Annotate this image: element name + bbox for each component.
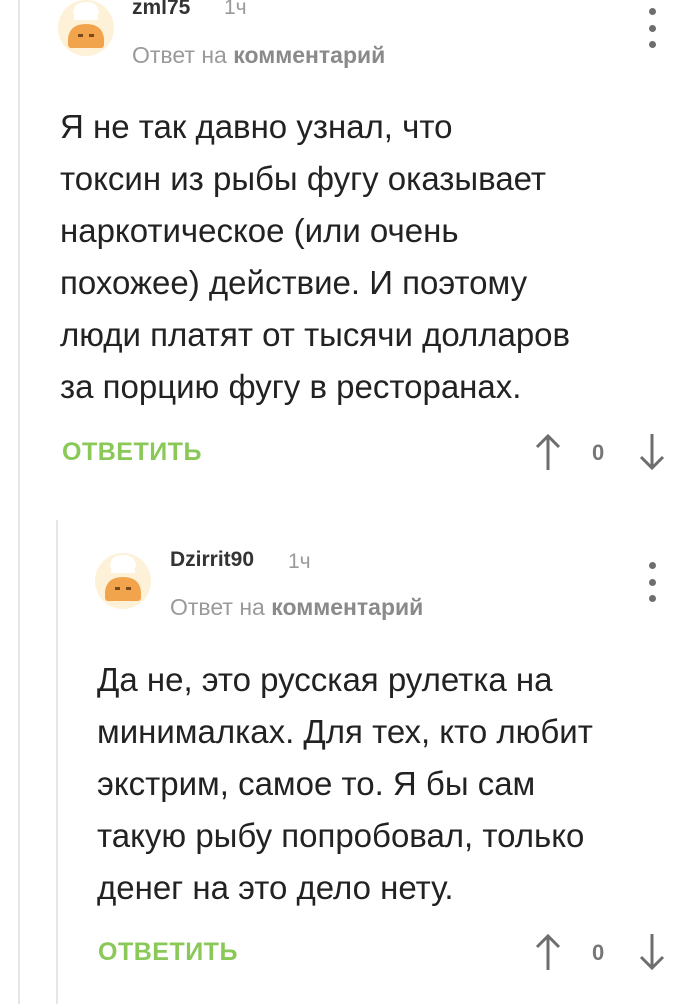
arrow-up-icon — [535, 433, 561, 470]
reply-target-link[interactable]: комментарий — [233, 42, 385, 68]
more-options-button[interactable] — [642, 8, 662, 48]
comment-reply: Dzirrit90 1ч Ответ на комментарий Да не,… — [0, 540, 700, 1004]
comment-text-line: за порцию фугу в ресторанах. — [60, 368, 522, 405]
dot — [648, 24, 656, 32]
timestamp: 1ч — [288, 550, 311, 573]
vertical-dots-icon — [648, 8, 656, 15]
default-avatar-icon — [58, 0, 114, 56]
default-avatar-icon — [95, 553, 151, 609]
comment-text-line: токсин из рыбы фугу оказывает — [60, 160, 547, 197]
downvote-button[interactable] — [638, 432, 666, 472]
avatar[interactable] — [58, 0, 114, 56]
username[interactable]: zml75 — [132, 0, 190, 20]
arrow-down-icon — [639, 434, 665, 471]
score: 0 — [592, 940, 605, 965]
vertical-dots-icon — [648, 562, 656, 569]
comment-text-line: такую рыбу попробовал, только — [97, 817, 585, 854]
comment-text-line: экстрим, самое то. Я бы сам — [97, 765, 536, 802]
comment-text-line: денег на это дело нету. — [97, 869, 454, 906]
score: 0 — [592, 440, 605, 465]
avatar[interactable] — [95, 553, 151, 609]
upvote-button[interactable] — [534, 432, 562, 472]
comment-body: Да не, это русская рулетка на минималках… — [97, 654, 593, 914]
comment-text-line: наркотическое (или очень — [60, 212, 459, 249]
reply-button[interactable]: ОТВЕТИТЬ — [62, 438, 202, 467]
timestamp: 1ч — [224, 0, 247, 19]
reply-to-label[interactable]: Ответ на комментарий — [170, 594, 423, 621]
comment-text-line: похожее) действие. И поэтому — [60, 264, 528, 301]
arrow-up-icon — [535, 933, 561, 970]
upvote-button[interactable] — [534, 932, 562, 972]
username[interactable]: Dzirrit90 — [170, 548, 254, 572]
reply-target-link[interactable]: комментарий — [271, 594, 423, 620]
more-options-button[interactable] — [642, 562, 662, 602]
reply-prefix: Ответ на — [170, 594, 265, 620]
dot — [648, 595, 656, 602]
comment-text-line: Я не так давно узнал, что — [60, 108, 453, 145]
downvote-button[interactable] — [638, 932, 666, 972]
comment-body: Я не так давно узнал, что токсин из рыбы… — [60, 101, 570, 413]
comment-text-line: люди платят от тысячи долларов — [60, 316, 571, 353]
dot — [648, 578, 656, 586]
comment: zml75 1ч Ответ на комментарий Я не так д… — [0, 0, 700, 500]
dot — [648, 41, 656, 48]
comment-text-line: минималках. Для тех, кто любит — [97, 713, 593, 750]
arrow-down-icon — [639, 934, 665, 971]
reply-to-label[interactable]: Ответ на комментарий — [132, 42, 385, 69]
reply-button[interactable]: ОТВЕТИТЬ — [98, 938, 238, 967]
comment-text-line: Да не, это русская рулетка на — [97, 661, 553, 698]
reply-prefix: Ответ на — [132, 42, 227, 68]
